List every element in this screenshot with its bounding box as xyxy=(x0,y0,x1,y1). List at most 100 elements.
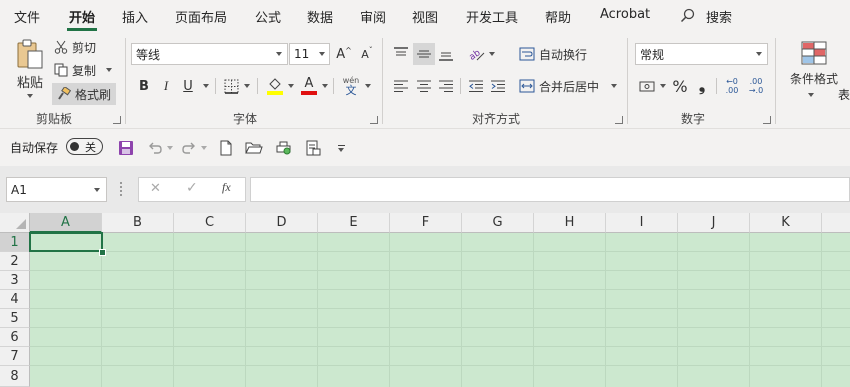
increase-decimal-button[interactable]: ←0 .00 xyxy=(722,75,742,97)
conditional-formatting-dropdown-arrow[interactable] xyxy=(808,93,814,97)
borders-button[interactable] xyxy=(222,76,240,96)
wrap-text-button[interactable]: 自动换行 xyxy=(519,43,587,65)
insert-function-button[interactable]: fx xyxy=(222,180,231,195)
phonetic-dropdown-arrow[interactable] xyxy=(365,84,371,88)
row-header-6[interactable]: 6 xyxy=(0,328,30,347)
align-bottom-button[interactable] xyxy=(436,43,456,65)
column-header-b[interactable]: B xyxy=(102,213,174,233)
merge-center-button[interactable]: 合并后居中 xyxy=(519,75,618,97)
tab-file[interactable]: 文件 xyxy=(14,7,40,26)
tab-page-layout[interactable]: 页面布局 xyxy=(175,7,227,26)
accounting-format-button[interactable] xyxy=(637,75,657,97)
enter-entry-button[interactable]: ✓ xyxy=(186,180,198,196)
conditional-formatting-button[interactable]: 条件格式 xyxy=(785,40,843,102)
active-cell-a1[interactable] xyxy=(29,232,103,252)
name-box[interactable]: A1 xyxy=(6,177,107,202)
alignment-dialog-launcher[interactable] xyxy=(615,116,623,124)
bold-button[interactable]: B xyxy=(135,75,153,97)
increase-indent-button[interactable] xyxy=(488,75,508,97)
font-name-combobox[interactable]: 等线 xyxy=(131,43,288,65)
autosave-toggle[interactable]: 关 xyxy=(66,138,103,155)
redo-dropdown-arrow[interactable] xyxy=(201,146,207,150)
font-color-button[interactable]: A xyxy=(299,75,319,97)
column-header-e[interactable]: E xyxy=(318,213,390,233)
orientation-dropdown-arrow[interactable] xyxy=(489,52,495,56)
row-header-3[interactable]: 3 xyxy=(0,271,30,290)
italic-button[interactable]: I xyxy=(157,75,175,97)
column-header-k[interactable]: K xyxy=(750,213,822,233)
number-format-dropdown-arrow[interactable] xyxy=(756,52,762,56)
print-layout-button[interactable] xyxy=(304,139,322,157)
row-header-1[interactable]: 1 xyxy=(0,233,30,252)
increase-font-size-button[interactable]: A ^ xyxy=(334,43,354,65)
row-header-4[interactable]: 4 xyxy=(0,290,30,309)
row-header-2[interactable]: 2 xyxy=(0,252,30,271)
column-header-h[interactable]: H xyxy=(534,213,606,233)
align-right-button[interactable] xyxy=(436,75,456,97)
tab-data[interactable]: 数据 xyxy=(307,7,333,26)
column-header-c[interactable]: C xyxy=(174,213,246,233)
align-top-button[interactable] xyxy=(391,43,411,65)
tab-formulas[interactable]: 公式 xyxy=(255,7,281,26)
format-painter-button[interactable]: 格式刷 xyxy=(52,83,116,105)
new-file-button[interactable] xyxy=(217,139,235,157)
tab-developer[interactable]: 开发工具 xyxy=(466,7,518,26)
borders-dropdown-arrow[interactable] xyxy=(244,84,250,88)
tab-acrobat[interactable]: Acrobat xyxy=(600,7,650,22)
search-label[interactable]: 搜索 xyxy=(706,7,732,26)
column-header-g[interactable]: G xyxy=(462,213,534,233)
orientation-button[interactable]: ab xyxy=(466,43,488,65)
tab-help[interactable]: 帮助 xyxy=(545,7,571,26)
font-size-combobox[interactable]: 11 xyxy=(289,43,330,65)
column-header-partial[interactable] xyxy=(822,213,850,233)
decrease-font-size-button[interactable]: Aˇ xyxy=(357,43,377,65)
align-center-button[interactable] xyxy=(413,75,435,97)
save-button[interactable] xyxy=(117,139,135,157)
comma-style-button[interactable]: ❟ xyxy=(693,75,711,97)
align-left-button[interactable] xyxy=(391,75,411,97)
paste-button[interactable]: 粘贴 xyxy=(12,38,48,102)
accounting-dropdown-arrow[interactable] xyxy=(660,84,666,88)
column-header-d[interactable]: D xyxy=(246,213,318,233)
formula-input[interactable] xyxy=(250,177,850,202)
redo-button[interactable] xyxy=(180,139,198,157)
cut-button[interactable]: 剪切 xyxy=(54,38,96,56)
undo-dropdown-arrow[interactable] xyxy=(167,146,173,150)
align-middle-button[interactable] xyxy=(413,43,435,65)
tab-insert[interactable]: 插入 xyxy=(122,7,148,26)
tab-view[interactable]: 视图 xyxy=(412,7,438,26)
fill-color-dropdown-arrow[interactable] xyxy=(288,84,294,88)
number-format-combobox[interactable]: 常规 xyxy=(635,43,768,65)
column-header-i[interactable]: I xyxy=(606,213,678,233)
row-header-5[interactable]: 5 xyxy=(0,309,30,328)
paste-dropdown-arrow[interactable] xyxy=(27,94,33,98)
search-icon[interactable] xyxy=(680,8,696,24)
select-all-corner[interactable] xyxy=(0,213,30,233)
merge-center-dropdown-arrow[interactable] xyxy=(611,84,618,88)
print-preview-button[interactable] xyxy=(275,139,293,157)
open-file-button[interactable] xyxy=(245,139,263,157)
fill-color-button[interactable] xyxy=(265,75,285,97)
decrease-indent-button[interactable] xyxy=(466,75,486,97)
cell-grid[interactable] xyxy=(30,233,850,387)
undo-button[interactable] xyxy=(146,139,164,157)
tab-review[interactable]: 审阅 xyxy=(360,7,386,26)
underline-dropdown-arrow[interactable] xyxy=(203,84,209,88)
clipboard-dialog-launcher[interactable] xyxy=(113,116,121,124)
fill-handle[interactable] xyxy=(99,249,106,256)
copy-button[interactable]: 复制 xyxy=(54,61,113,79)
customize-qat-button[interactable] xyxy=(335,141,347,155)
decrease-decimal-button[interactable]: .00 →.0 xyxy=(746,75,766,97)
font-color-dropdown-arrow[interactable] xyxy=(322,84,328,88)
cancel-entry-button[interactable]: ✕ xyxy=(150,181,161,196)
column-header-f[interactable]: F xyxy=(390,213,462,233)
phonetic-guide-button[interactable]: wén 文 xyxy=(340,75,362,97)
percent-button[interactable]: % xyxy=(670,75,690,97)
row-header-8[interactable]: 8 xyxy=(0,366,30,387)
name-box-dropdown-arrow[interactable] xyxy=(94,187,100,192)
column-header-a[interactable]: A xyxy=(30,213,102,233)
font-name-dropdown-arrow[interactable] xyxy=(276,52,282,56)
copy-dropdown-arrow[interactable] xyxy=(106,68,113,72)
column-header-j[interactable]: J xyxy=(678,213,750,233)
number-dialog-launcher[interactable] xyxy=(763,116,771,124)
